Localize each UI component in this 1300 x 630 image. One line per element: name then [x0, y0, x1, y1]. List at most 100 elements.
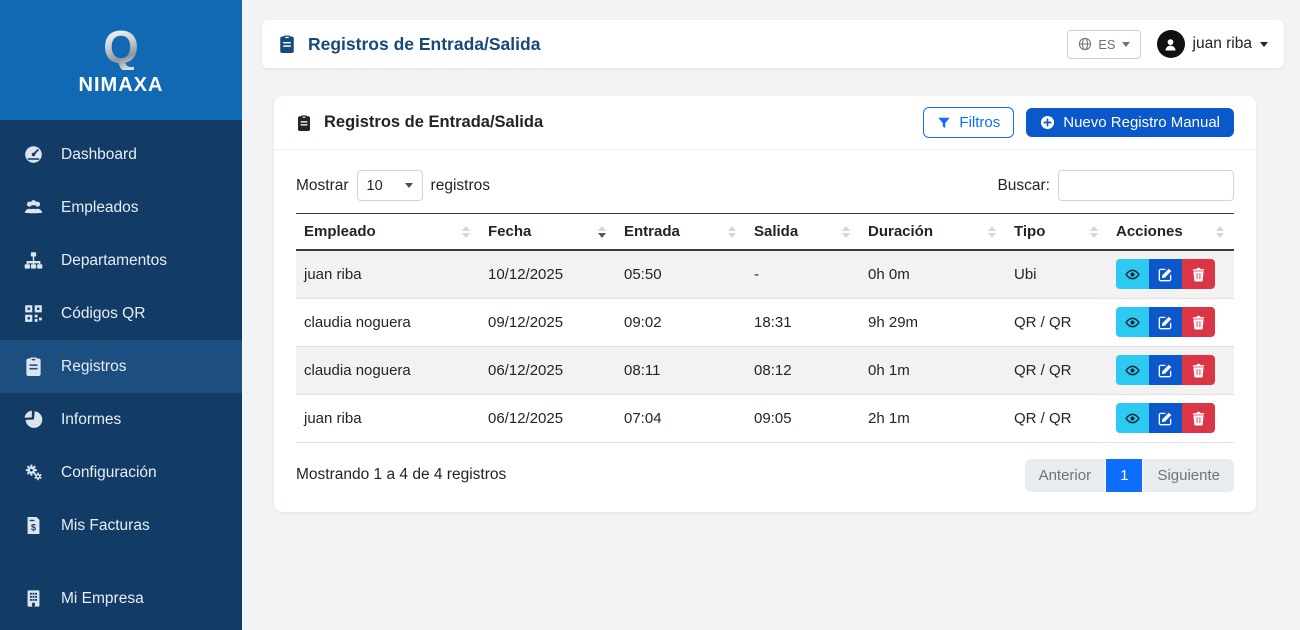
- new-record-button-label: Nuevo Registro Manual: [1063, 114, 1220, 131]
- clipboard-icon: [296, 115, 312, 131]
- pencil-square-icon: [1158, 411, 1173, 426]
- sidebar-item-configuracion[interactable]: Configuración: [0, 446, 242, 499]
- table-row: claudia noguera 09/12/2025 09:02 18:31 9…: [296, 298, 1234, 346]
- brand-header: Q NIMAXA: [0, 0, 242, 120]
- sidebar-item-mis-facturas[interactable]: $ Mis Facturas: [0, 499, 242, 552]
- sidebar-item-label: Informes: [61, 411, 121, 429]
- sidebar-item-label: Dashboard: [61, 146, 137, 164]
- sidebar-item-departamentos[interactable]: Departamentos: [0, 234, 242, 287]
- user-name: juan riba: [1193, 35, 1252, 53]
- trash-icon: [1191, 363, 1206, 378]
- new-record-button[interactable]: Nuevo Registro Manual: [1026, 108, 1234, 137]
- column-header-acciones[interactable]: Acciones: [1108, 214, 1234, 251]
- view-button[interactable]: [1116, 355, 1149, 385]
- sidebar-item-dashboard[interactable]: Dashboard: [0, 128, 242, 181]
- sidebar-item-mi-empresa[interactable]: Mi Empresa: [0, 572, 242, 625]
- brand-name: NIMAXA: [79, 74, 164, 97]
- chevron-down-icon: [1260, 42, 1268, 47]
- view-button[interactable]: [1116, 307, 1149, 337]
- topbar-right: ES juan riba: [1067, 30, 1268, 59]
- eye-icon: [1125, 411, 1140, 426]
- language-selector[interactable]: ES: [1067, 30, 1140, 59]
- cell-entrada: 08:11: [616, 346, 746, 394]
- filter-icon: [937, 116, 951, 130]
- plus-circle-icon: [1040, 115, 1055, 130]
- edit-button[interactable]: [1149, 307, 1182, 337]
- column-header-tipo[interactable]: Tipo: [1006, 214, 1108, 251]
- eye-icon: [1125, 315, 1140, 330]
- delete-button[interactable]: [1182, 355, 1215, 385]
- speedometer-icon: [24, 145, 43, 164]
- page-size-select[interactable]: 10: [357, 170, 423, 201]
- filters-button[interactable]: Filtros: [923, 107, 1014, 138]
- pagination-prev-button[interactable]: Anterior: [1025, 459, 1106, 492]
- trash-icon: [1191, 315, 1206, 330]
- delete-button[interactable]: [1182, 403, 1215, 433]
- search-input[interactable]: [1058, 170, 1234, 201]
- page-title: Registros de Entrada/Salida: [278, 34, 540, 55]
- records-table-wrap: Empleado Fecha Entrada Salida: [274, 213, 1256, 443]
- card-title-text: Registros de Entrada/Salida: [324, 113, 543, 132]
- column-header-empleado[interactable]: Empleado: [296, 214, 480, 251]
- chevron-down-icon: [1122, 42, 1130, 47]
- records-label: registros: [431, 177, 490, 195]
- cell-tipo: Ubi: [1006, 250, 1108, 298]
- pagination-next-button[interactable]: Siguiente: [1143, 459, 1234, 492]
- cell-duracion: 0h 1m: [860, 346, 1006, 394]
- eye-icon: [1125, 267, 1140, 282]
- sidebar-item-registros[interactable]: Registros: [0, 340, 242, 393]
- clipboard-icon: [278, 35, 296, 53]
- sort-icon: [1090, 226, 1098, 238]
- cell-acciones: [1108, 346, 1234, 394]
- column-header-entrada[interactable]: Entrada: [616, 214, 746, 251]
- cell-entrada: 07:04: [616, 394, 746, 442]
- cell-duracion: 0h 0m: [860, 250, 1006, 298]
- edit-button[interactable]: [1149, 403, 1182, 433]
- svg-text:$: $: [31, 522, 36, 532]
- cell-salida: 09:05: [746, 394, 860, 442]
- show-label: Mostrar: [296, 177, 349, 195]
- language-code: ES: [1098, 37, 1115, 52]
- view-button[interactable]: [1116, 403, 1149, 433]
- view-button[interactable]: [1116, 259, 1149, 289]
- main-content: Registros de Entrada/Salida ES juan riba: [242, 0, 1300, 630]
- card-footer: Mostrando 1 a 4 de 4 registros Anterior …: [274, 443, 1256, 512]
- cell-empleado: juan riba: [296, 394, 480, 442]
- card-header: Registros de Entrada/Salida Filtros Nuev…: [274, 96, 1256, 150]
- sidebar-item-label: Códigos QR: [61, 305, 145, 323]
- pencil-square-icon: [1158, 267, 1173, 282]
- filters-button-label: Filtros: [959, 114, 1000, 131]
- delete-button[interactable]: [1182, 259, 1215, 289]
- search-group: Buscar:: [997, 170, 1234, 201]
- table-row: juan riba 10/12/2025 05:50 - 0h 0m Ubi: [296, 250, 1234, 298]
- topbar: Registros de Entrada/Salida ES juan riba: [262, 20, 1284, 68]
- cell-tipo: QR / QR: [1006, 394, 1108, 442]
- user-menu[interactable]: juan riba: [1157, 30, 1268, 58]
- sidebar-item-label: Departamentos: [61, 252, 167, 270]
- column-header-fecha[interactable]: Fecha: [480, 214, 616, 251]
- sort-icon: [842, 226, 850, 238]
- sidebar-item-codigos-qr[interactable]: Códigos QR: [0, 287, 242, 340]
- column-header-salida[interactable]: Salida: [746, 214, 860, 251]
- edit-button[interactable]: [1149, 355, 1182, 385]
- delete-button[interactable]: [1182, 307, 1215, 337]
- cell-fecha: 06/12/2025: [480, 346, 616, 394]
- cell-tipo: QR / QR: [1006, 346, 1108, 394]
- clipboard-icon: [24, 357, 43, 376]
- sort-icon: [1216, 226, 1224, 238]
- edit-button[interactable]: [1149, 259, 1182, 289]
- cell-fecha: 06/12/2025: [480, 394, 616, 442]
- cell-tipo: QR / QR: [1006, 298, 1108, 346]
- page-size-group: Mostrar 10 registros: [296, 170, 490, 201]
- cell-fecha: 10/12/2025: [480, 250, 616, 298]
- pencil-square-icon: [1158, 363, 1173, 378]
- pagination: Anterior 1 Siguiente: [1025, 459, 1234, 492]
- pagination-page-1-button[interactable]: 1: [1106, 459, 1142, 492]
- column-header-duracion[interactable]: Duración: [860, 214, 1006, 251]
- page-size-value: 10: [367, 178, 383, 194]
- table-row: juan riba 06/12/2025 07:04 09:05 2h 1m Q…: [296, 394, 1234, 442]
- brand-logo-q-icon: Q: [103, 24, 139, 70]
- sort-desc-icon: [598, 226, 606, 238]
- sidebar-item-empleados[interactable]: Empleados: [0, 181, 242, 234]
- sidebar-item-informes[interactable]: Informes: [0, 393, 242, 446]
